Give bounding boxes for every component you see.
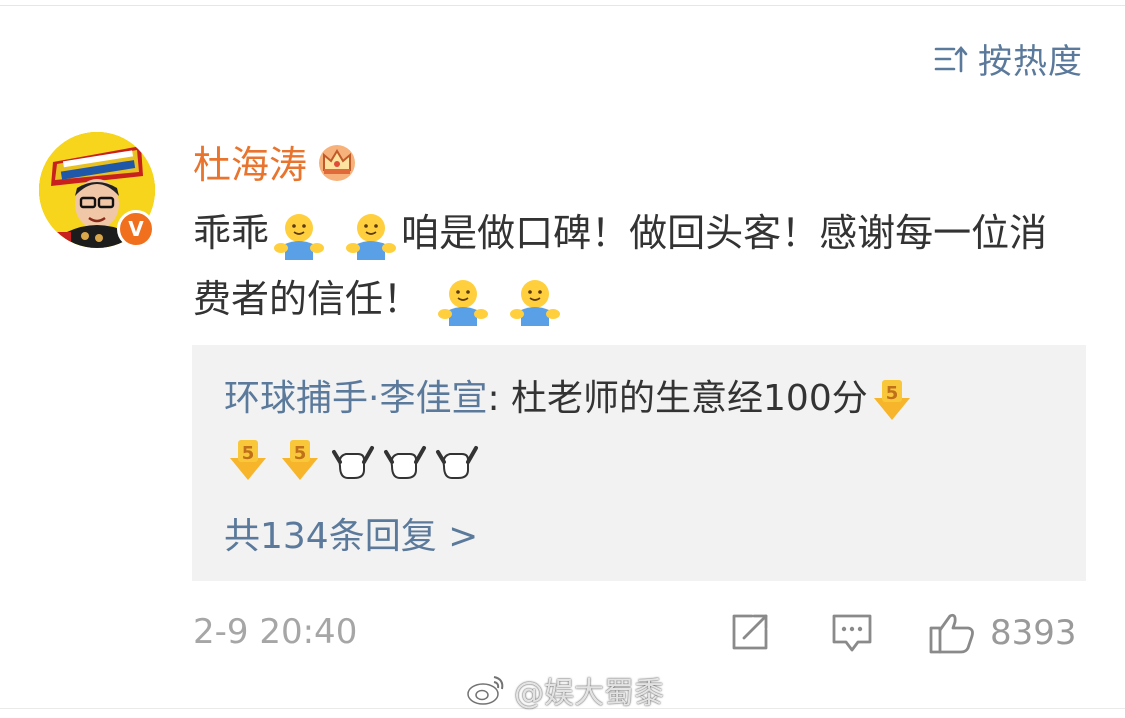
comment-text: 乖乖 咱是做口碑！做回头客！感谢每一位消费者的信任！ <box>193 200 1073 332</box>
sort-icon <box>934 45 968 72</box>
verified-badge-label: V <box>128 217 144 241</box>
reply-author[interactable]: 环球捕手·李佳宣 <box>224 378 487 419</box>
sort-label: 按热度 <box>978 42 1083 82</box>
shaka-hand-emoji-icon <box>380 436 428 484</box>
shaka-hand-emoji-icon <box>328 436 376 484</box>
share-button[interactable] <box>728 610 772 654</box>
svg-text:5: 5 <box>294 443 307 464</box>
like-button[interactable]: 8393 <box>928 610 1077 656</box>
hug-emoji-icon <box>271 208 327 264</box>
five-emoji-icon: 5 <box>224 436 272 484</box>
watermark: @娱大蜀黍 <box>466 668 664 712</box>
hug-emoji-icon <box>343 208 399 264</box>
reply-separator: : <box>487 378 512 419</box>
reply-text: 杜老师的生意经100分 <box>511 378 868 419</box>
comment-timestamp: 2-9 20:40 <box>193 612 358 652</box>
five-emoji-icon: 5 <box>276 436 324 484</box>
reply-preview-box[interactable]: 环球捕手·李佳宣: 杜老师的生意经100分 5 5 5 共134条回复 > <box>192 345 1086 581</box>
crown-icon <box>319 144 356 181</box>
share-icon <box>732 614 768 650</box>
hug-emoji-icon <box>507 274 563 330</box>
username-row: 杜海涛 <box>193 134 359 189</box>
thumbs-up-icon <box>929 613 974 654</box>
view-all-replies-link[interactable]: 共134条回复 > <box>224 507 478 559</box>
like-count: 8393 <box>990 613 1077 653</box>
weibo-logo-icon <box>467 676 504 705</box>
svg-text:5: 5 <box>242 443 255 464</box>
verified-badge: V <box>117 210 155 248</box>
top-divider <box>0 5 1125 6</box>
reply-content: 环球捕手·李佳宣: 杜老师的生意经100分 5 5 5 <box>224 369 1064 489</box>
comment-text-part-1: 乖乖 <box>193 211 270 255</box>
svg-text:5: 5 <box>885 383 898 404</box>
username[interactable]: 杜海涛 <box>193 134 307 189</box>
sort-by-hot-button[interactable]: 按热度 <box>932 34 1083 83</box>
shaka-hand-emoji-icon <box>432 436 480 484</box>
hug-emoji-icon <box>435 274 491 330</box>
watermark-text: @娱大蜀黍 <box>514 676 664 711</box>
comment-icon <box>832 614 872 652</box>
five-emoji-icon: 5 <box>868 376 916 424</box>
comment-button[interactable] <box>830 610 874 654</box>
